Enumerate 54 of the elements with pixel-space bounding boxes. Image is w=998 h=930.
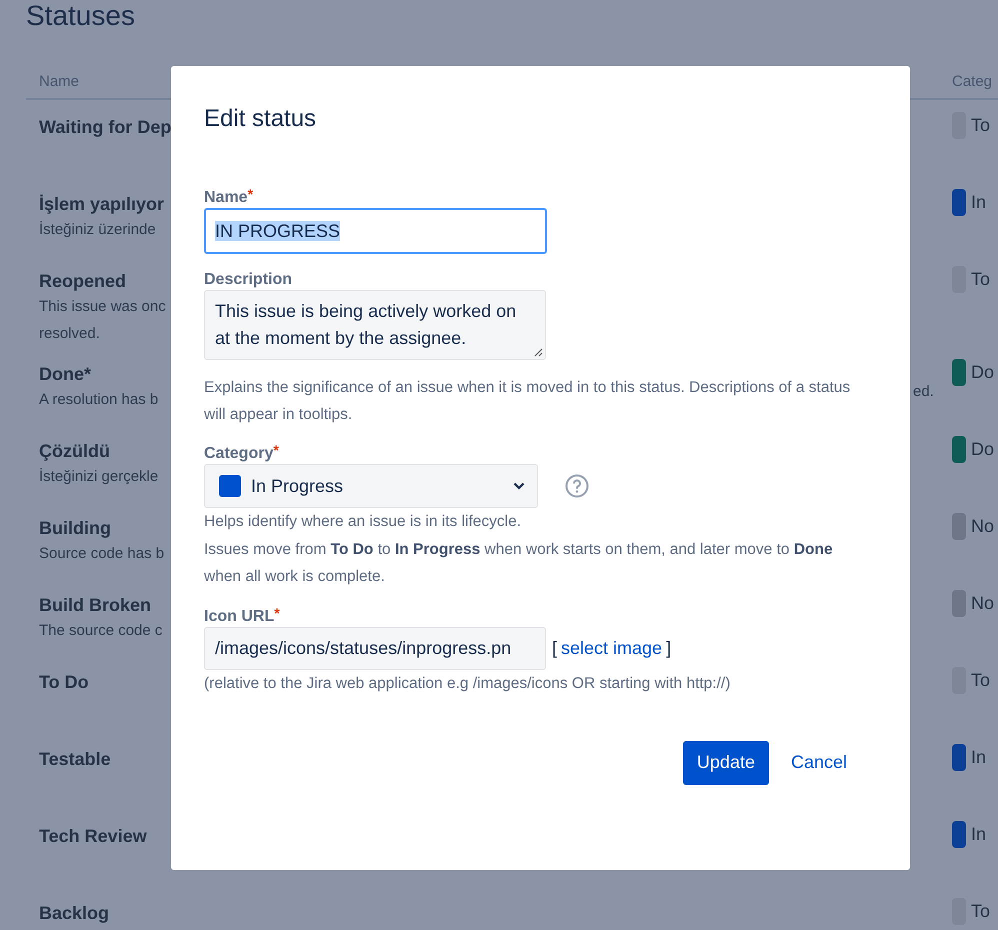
status-name: İşlem yapılıyor — [39, 193, 166, 216]
status-description: İsteğiniz üzerinde — [39, 220, 157, 240]
update-button[interactable]: Update — [682, 740, 769, 784]
category-label: In — [971, 746, 986, 769]
column-header: Name — [39, 73, 80, 90]
category-label: No — [971, 592, 994, 615]
status-description: Source code has b — [39, 544, 166, 564]
dialog-title: Edit status — [204, 104, 318, 134]
status-description: This issue was onc — [39, 297, 167, 317]
category-label: Do — [971, 438, 994, 461]
status-name: Çözüldü — [39, 440, 111, 463]
name-input[interactable]: IN PROGRESS — [204, 208, 547, 254]
status-name: Backlog — [39, 902, 110, 925]
status-description: The source code c — [39, 621, 164, 641]
status-name: Building — [39, 517, 112, 540]
description-textarea[interactable]: This issue is being actively worked on at the moment by the assignee. — [204, 290, 546, 360]
help-text: Helps identify where an issue is in its lifecycle. — [204, 512, 522, 532]
status-description: A resolution has b — [39, 390, 160, 410]
category-label: To — [971, 268, 990, 291]
category-label: In — [971, 191, 986, 214]
category-label: To — [971, 669, 990, 692]
help-text: (relative to the Jira web application e.g /images/icons OR starting with http://) — [204, 674, 732, 694]
status-name: Done* — [39, 363, 92, 386]
page-title: Statuses — [25, 0, 136, 33]
cancel-button[interactable]: Cancel — [776, 740, 861, 784]
category-label: To — [971, 114, 990, 137]
status-name: Testable — [39, 748, 112, 771]
category-label: No — [971, 515, 994, 538]
help-text: Issues move from To Do to In Progress when work starts on them, and later move to Done when all work is complete. — [204, 540, 834, 587]
resize-handle-icon[interactable] — [534, 348, 543, 357]
status-description: resolved. — [39, 324, 101, 344]
field-label: Category$^{*}$ — [204, 444, 279, 464]
status-name: Reopened — [39, 270, 128, 293]
category-label: To — [971, 900, 990, 923]
field-label: Name$^{*}$ — [204, 188, 254, 208]
status-name: To Do — [39, 671, 90, 694]
help-icon[interactable] — [565, 474, 589, 498]
bracket: [ — [552, 638, 558, 658]
bracket: ] — [666, 638, 672, 658]
status-description: İsteğinizi gerçekle — [39, 467, 160, 487]
category-label: Do — [971, 361, 994, 384]
select-image-link[interactable]: select image — [561, 638, 662, 658]
status-name: Waiting for Dep — [39, 116, 171, 139]
field-label: Description — [204, 270, 292, 290]
status-description: ed. — [913, 383, 934, 400]
status-name: Build Broken — [39, 594, 152, 617]
icon-url-input[interactable]: /images/icons/statuses/inprogress.pn — [204, 626, 546, 670]
chevron-down-icon — [513, 482, 525, 490]
column-header: Categ — [952, 73, 994, 90]
field-label: Icon URL$^{*}$ — [204, 606, 280, 626]
status-name: Tech Review — [39, 825, 148, 848]
help-text: Explains the significance of an issue when it is moved in to this status. Descriptions of a status will appear in tooltips. — [204, 378, 852, 425]
category-label: In — [971, 823, 986, 846]
category-select[interactable]: In Progress — [204, 464, 538, 508]
